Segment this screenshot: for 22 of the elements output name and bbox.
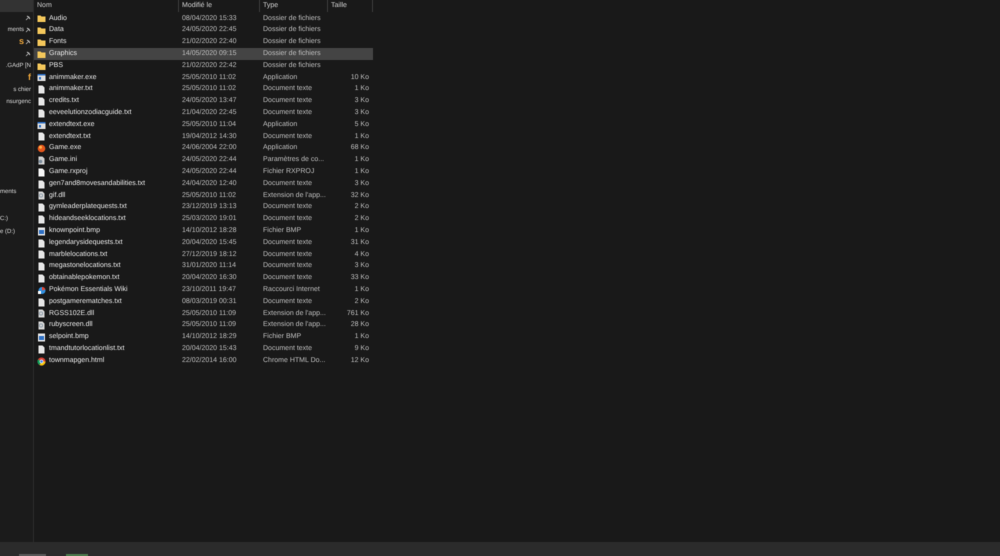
image-file-icon — [37, 226, 46, 236]
browser-icon — [37, 356, 46, 366]
image-file-icon — [37, 332, 46, 342]
nav-item-label[interactable]: f — [28, 71, 31, 85]
document-icon — [37, 344, 46, 354]
orb-icon — [37, 144, 46, 154]
application-window-icon — [37, 73, 46, 82]
globe-shortcut-icon — [37, 286, 46, 295]
pin-icon[interactable] — [25, 51, 31, 57]
nav-item[interactable]: s — [0, 36, 33, 48]
settings-file-icon — [37, 156, 46, 165]
application-window-icon — [37, 120, 46, 130]
pin-icon[interactable] — [25, 15, 31, 21]
gear-document-icon — [37, 191, 46, 200]
nav-item-label[interactable]: s — [18, 35, 24, 49]
nav-item[interactable]: f — [0, 72, 33, 84]
document-icon — [37, 132, 46, 142]
gear-document-icon — [37, 309, 46, 318]
gear-document-icon — [37, 321, 46, 330]
pin-icon[interactable] — [25, 39, 31, 45]
document-icon — [37, 298, 46, 307]
pin-icon[interactable] — [25, 27, 31, 33]
